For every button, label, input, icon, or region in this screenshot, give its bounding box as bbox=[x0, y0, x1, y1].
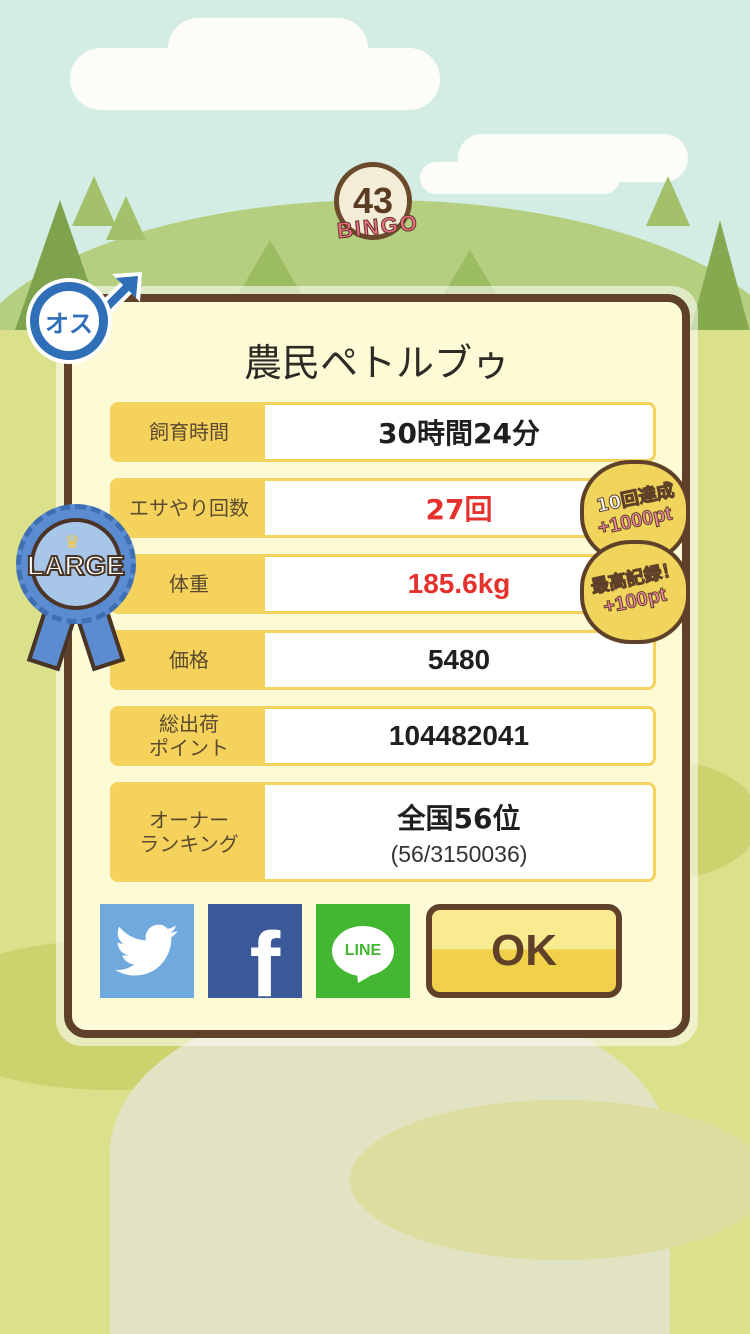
stat-label-line: ランキング bbox=[139, 832, 239, 856]
size-ribbon: ♛ LARGE bbox=[10, 500, 142, 672]
pig-name-title: 農民ペトルブゥ bbox=[243, 341, 510, 385]
cloud bbox=[420, 162, 620, 194]
line-icon: LINE bbox=[332, 926, 394, 976]
stat-value: 全国56位 (56/3150036) bbox=[265, 785, 653, 879]
gender-label: オス bbox=[45, 309, 93, 338]
gender-circle: オス bbox=[30, 282, 108, 360]
twitter-share-button[interactable] bbox=[100, 904, 194, 998]
bingo-badge: 43 BINGO bbox=[318, 162, 438, 262]
dirt-patch bbox=[350, 1100, 750, 1260]
tree bbox=[646, 176, 690, 226]
ranking-detail: (56/3150036) bbox=[390, 840, 528, 867]
ok-button[interactable]: OK bbox=[426, 904, 622, 998]
stat-value: 104482041 bbox=[388, 720, 530, 751]
stat-row-shipping-points: 総出荷 ポイント 104482041 bbox=[110, 706, 656, 766]
stat-label-line: 総出荷 bbox=[159, 712, 219, 736]
facebook-share-button[interactable]: f bbox=[208, 904, 302, 1016]
line-share-button[interactable]: LINE bbox=[316, 904, 410, 998]
ribbon-label: LARGE bbox=[26, 549, 126, 582]
line-icon-text: LINE bbox=[344, 942, 382, 959]
tree bbox=[106, 196, 146, 240]
stat-label: オーナー ランキング bbox=[113, 785, 265, 879]
cloud bbox=[70, 48, 440, 110]
ranking-value: 全国56位 bbox=[397, 801, 521, 835]
stat-label: 飼育時間 bbox=[113, 405, 265, 459]
facebook-icon: f bbox=[249, 913, 281, 1016]
stat-row-price: 価格 5480 bbox=[110, 630, 656, 690]
stat-label-line: オーナー bbox=[149, 808, 229, 832]
twitter-icon bbox=[115, 924, 178, 976]
gender-badge: オス bbox=[26, 262, 142, 366]
stat-value: 30時間24分 bbox=[378, 417, 540, 450]
stat-label-line: ポイント bbox=[149, 736, 229, 760]
ok-button-label: OK bbox=[491, 926, 557, 975]
stat-label: 総出荷 ポイント bbox=[113, 709, 265, 763]
stat-row-feeding-time: 飼育時間 30時間24分 bbox=[110, 402, 656, 462]
bonus-stamp-record: 最高記録！ +100pt bbox=[580, 540, 690, 644]
stat-row-owner-ranking: オーナー ランキング 全国56位 (56/3150036) bbox=[110, 782, 656, 882]
